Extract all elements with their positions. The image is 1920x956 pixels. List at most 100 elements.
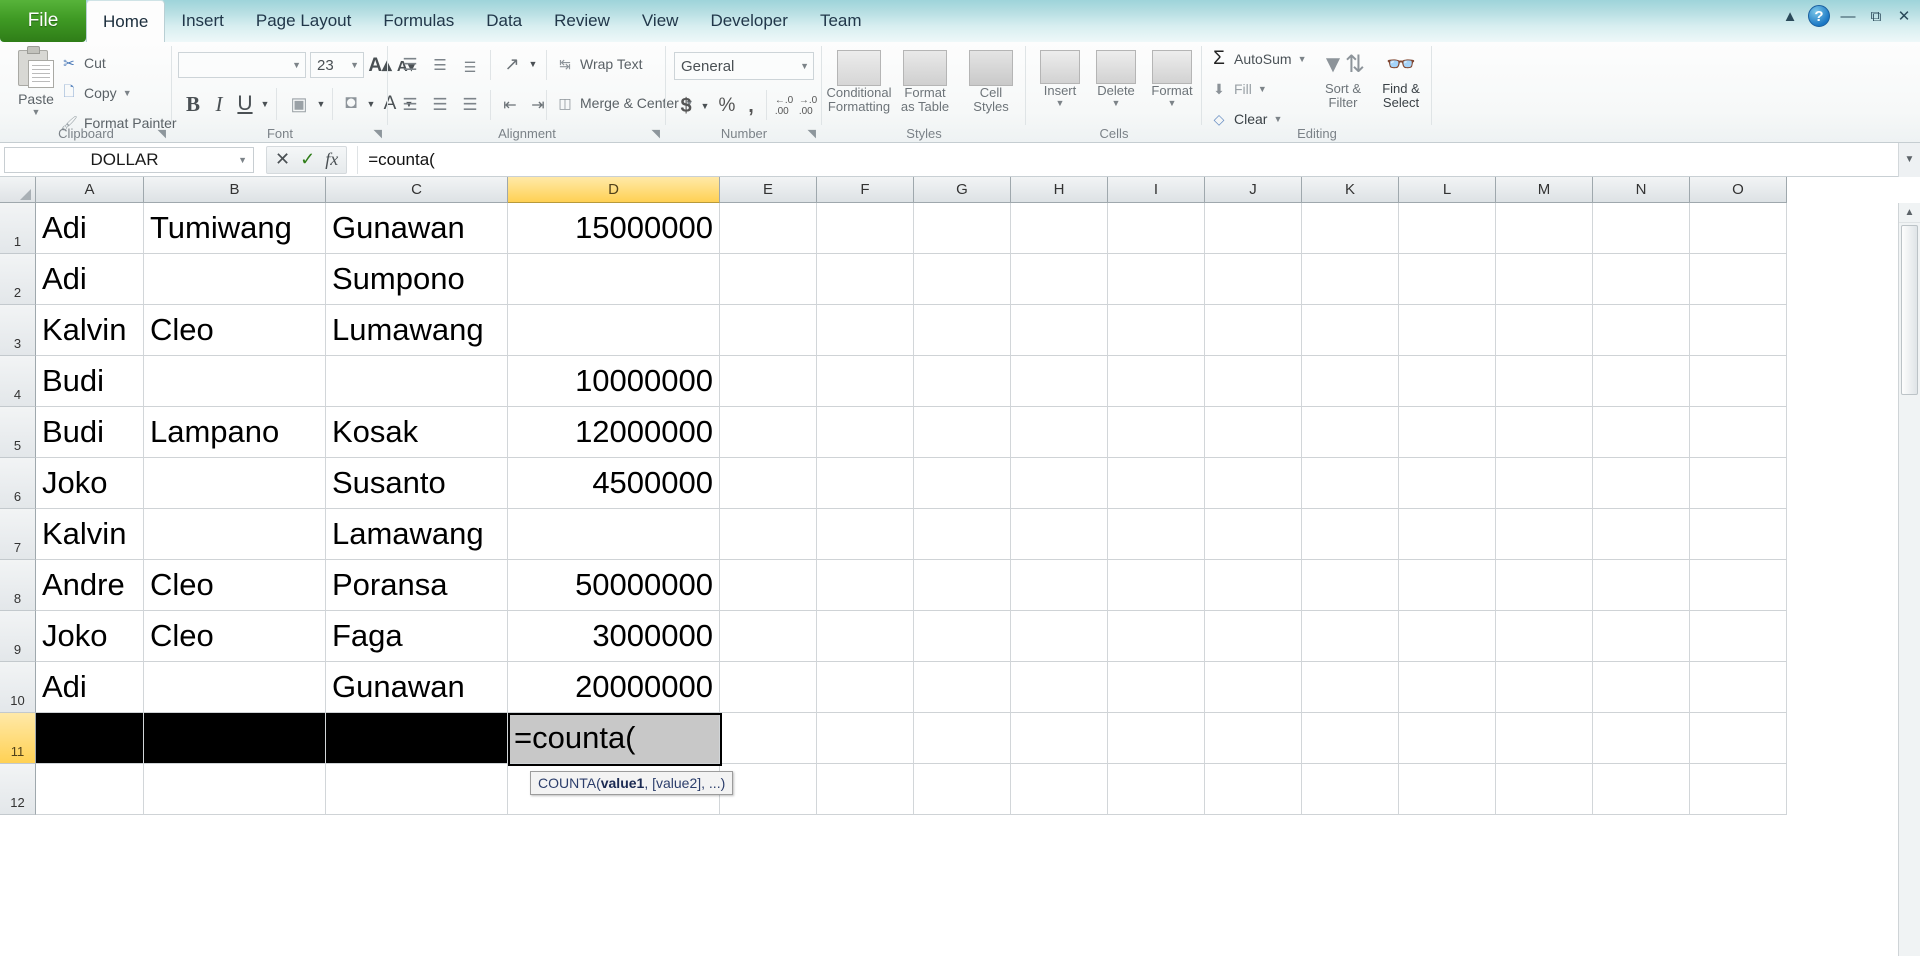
cell-b11[interactable] — [144, 713, 326, 764]
tab-developer[interactable]: Developer — [694, 0, 804, 42]
cell-o1[interactable] — [1690, 203, 1787, 254]
cell-n1[interactable] — [1593, 203, 1690, 254]
cell-l2[interactable] — [1399, 254, 1496, 305]
cell-n8[interactable] — [1593, 560, 1690, 611]
cell-i6[interactable] — [1108, 458, 1205, 509]
cell-o9[interactable] — [1690, 611, 1787, 662]
column-header-d[interactable]: D — [508, 177, 720, 203]
cell-h3[interactable] — [1011, 305, 1108, 356]
cell-f8[interactable] — [817, 560, 914, 611]
cell-l5[interactable] — [1399, 407, 1496, 458]
cell-n4[interactable] — [1593, 356, 1690, 407]
column-header-j[interactable]: J — [1205, 177, 1302, 203]
cell-g1[interactable] — [914, 203, 1011, 254]
cell-a11[interactable] — [36, 713, 144, 764]
cell-j10[interactable] — [1205, 662, 1302, 713]
format-cells-button[interactable]: Format ▼ — [1144, 50, 1200, 108]
cell-a8[interactable]: Andre — [36, 560, 144, 611]
cell-m9[interactable] — [1496, 611, 1593, 662]
cell-m10[interactable] — [1496, 662, 1593, 713]
enter-icon[interactable]: ✓ — [300, 149, 315, 170]
cell-a7[interactable]: Kalvin — [36, 509, 144, 560]
cell-h11[interactable] — [1011, 713, 1108, 764]
autosum-button[interactable]: Σ AutoSum ▼ — [1210, 48, 1306, 69]
cell-e7[interactable] — [720, 509, 817, 560]
cell-o10[interactable] — [1690, 662, 1787, 713]
increase-decimal-button[interactable]: ←.0.00 — [772, 94, 796, 118]
cell-d4[interactable]: 10000000 — [508, 356, 720, 407]
row-header-8[interactable]: 8 — [0, 560, 36, 611]
cell-f7[interactable] — [817, 509, 914, 560]
cell-j6[interactable] — [1205, 458, 1302, 509]
cell-e9[interactable] — [720, 611, 817, 662]
tab-team[interactable]: Team — [804, 0, 878, 42]
align-top-button[interactable]: ☰ — [396, 52, 424, 78]
cell-b5[interactable]: Lampano — [144, 407, 326, 458]
cell-k6[interactable] — [1302, 458, 1399, 509]
cell-c10[interactable]: Gunawan — [326, 662, 508, 713]
alignment-dialog-launcher[interactable]: ◥ — [652, 127, 660, 140]
insert-function-icon[interactable]: fx — [325, 149, 338, 170]
cell-j2[interactable] — [1205, 254, 1302, 305]
cell-i1[interactable] — [1108, 203, 1205, 254]
cell-g4[interactable] — [914, 356, 1011, 407]
column-header-g[interactable]: G — [914, 177, 1011, 203]
cell-o11[interactable] — [1690, 713, 1787, 764]
cell-c1[interactable]: Gunawan — [326, 203, 508, 254]
cell-g6[interactable] — [914, 458, 1011, 509]
cell-h6[interactable] — [1011, 458, 1108, 509]
cell-b2[interactable] — [144, 254, 326, 305]
cell-g2[interactable] — [914, 254, 1011, 305]
decrease-indent-button[interactable]: ⇤ — [496, 92, 524, 118]
cell-m5[interactable] — [1496, 407, 1593, 458]
cell-c2[interactable]: Sumpono — [326, 254, 508, 305]
cell-k2[interactable] — [1302, 254, 1399, 305]
font-size-caret[interactable]: ▼ — [350, 60, 359, 70]
cell-o5[interactable] — [1690, 407, 1787, 458]
underline-dropdown-caret[interactable]: ▼ — [258, 94, 272, 114]
font-name-input[interactable]: ▼ — [178, 52, 306, 78]
tab-page-layout[interactable]: Page Layout — [240, 0, 367, 42]
column-header-e[interactable]: E — [720, 177, 817, 203]
cell-h8[interactable] — [1011, 560, 1108, 611]
cell-c8[interactable]: Poransa — [326, 560, 508, 611]
column-header-b[interactable]: B — [144, 177, 326, 203]
align-left-button[interactable]: ☰ — [396, 92, 424, 118]
cell-h9[interactable] — [1011, 611, 1108, 662]
cell-o12[interactable] — [1690, 764, 1787, 815]
cell-m8[interactable] — [1496, 560, 1593, 611]
number-format-caret[interactable]: ▼ — [800, 61, 809, 71]
row-header-2[interactable]: 2 — [0, 254, 36, 305]
increase-indent-button[interactable]: ⇥ — [524, 92, 552, 118]
cell-d3[interactable] — [508, 305, 720, 356]
cell-e3[interactable] — [720, 305, 817, 356]
cell-l7[interactable] — [1399, 509, 1496, 560]
cell-j7[interactable] — [1205, 509, 1302, 560]
cell-l11[interactable] — [1399, 713, 1496, 764]
cell-j8[interactable] — [1205, 560, 1302, 611]
cell-j5[interactable] — [1205, 407, 1302, 458]
cell-f1[interactable] — [817, 203, 914, 254]
percent-button[interactable]: % — [714, 92, 740, 120]
cell-i2[interactable] — [1108, 254, 1205, 305]
cell-c4[interactable] — [326, 356, 508, 407]
cell-f10[interactable] — [817, 662, 914, 713]
cell-e4[interactable] — [720, 356, 817, 407]
paste-button[interactable]: Paste ▼ — [8, 46, 64, 117]
cell-a10[interactable]: Adi — [36, 662, 144, 713]
cell-k9[interactable] — [1302, 611, 1399, 662]
cell-k3[interactable] — [1302, 305, 1399, 356]
cell-b1[interactable]: Tumiwang — [144, 203, 326, 254]
cell-o8[interactable] — [1690, 560, 1787, 611]
cell-a4[interactable]: Budi — [36, 356, 144, 407]
name-box-caret[interactable]: ▼ — [238, 155, 247, 165]
cell-l9[interactable] — [1399, 611, 1496, 662]
cell-d1[interactable]: 15000000 — [508, 203, 720, 254]
cell-g7[interactable] — [914, 509, 1011, 560]
row-header-1[interactable]: 1 — [0, 203, 36, 254]
cell-e12[interactable] — [720, 764, 817, 815]
cell-d11[interactable]: =counta( — [508, 713, 720, 764]
cell-o3[interactable] — [1690, 305, 1787, 356]
cell-l6[interactable] — [1399, 458, 1496, 509]
cell-n11[interactable] — [1593, 713, 1690, 764]
